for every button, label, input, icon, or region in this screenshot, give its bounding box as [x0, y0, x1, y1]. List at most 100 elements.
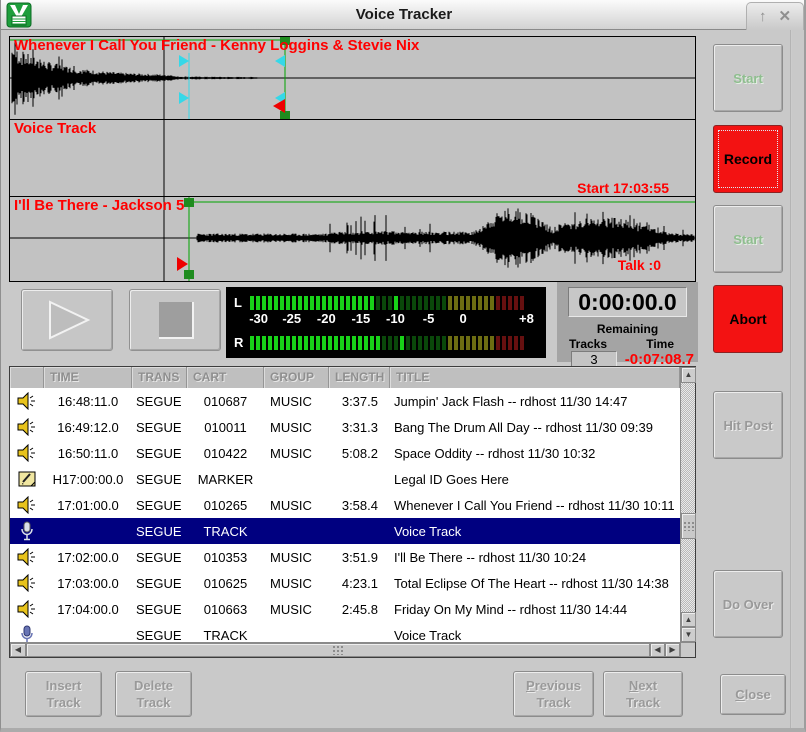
log-cell: Whenever I Call You Friend -- rdhost 11/… — [390, 498, 680, 513]
scroll-up2-icon[interactable]: ▲ — [681, 612, 696, 627]
log-cell: 010625 — [187, 576, 264, 591]
scroll-left2-icon[interactable]: ◀ — [650, 643, 665, 657]
track3-start-handle-bottom-icon[interactable] — [184, 270, 194, 279]
record-button[interactable]: Record — [713, 125, 783, 193]
meter-segment — [400, 296, 404, 310]
meter-segment — [448, 296, 452, 310]
meter-segment — [484, 296, 488, 310]
log-table-header: TIMETRANSCARTGROUPLENGTHTITLE — [10, 367, 680, 388]
log-cell: Jumpin' Jack Flash -- rdhost 11/30 14:47 — [390, 394, 680, 409]
meter-segment — [274, 296, 278, 310]
track3-start-handle-top-icon[interactable] — [184, 198, 194, 207]
speaker-icon — [10, 600, 44, 618]
meter-segment — [316, 336, 320, 350]
remaining-time-label: Time — [646, 337, 674, 351]
next-track-button[interactable]: NextTrack — [603, 671, 683, 717]
meter-segment — [496, 336, 500, 350]
speaker-icon — [10, 574, 44, 592]
track1-fade-handle-top-icon[interactable] — [275, 55, 285, 67]
start-button[interactable]: Start — [713, 205, 783, 273]
column-header-length: LENGTH — [329, 367, 390, 388]
meter-segment — [346, 336, 350, 350]
scroll-left-icon[interactable]: ◀ — [10, 643, 26, 657]
log-row[interactable]: 17:03:00.0SEGUE010625MUSIC4:23.1Total Ec… — [10, 570, 680, 596]
meter-segment — [382, 296, 386, 310]
meter-segment — [328, 296, 332, 310]
log-cell: 010663 — [187, 602, 264, 617]
horizontal-scrollbar[interactable]: ◀ ◀ ▶ — [10, 642, 680, 657]
log-cell: 010011 — [187, 420, 264, 435]
elapsed-time-display: 0:00:00.0 — [568, 287, 687, 317]
track1-segue-handle-top-icon[interactable] — [179, 55, 189, 67]
log-cell: I'll Be There -- rdhost 11/30 10:24 — [390, 550, 680, 565]
meter-segment — [340, 296, 344, 310]
horizontal-scroll-thumb[interactable] — [26, 643, 650, 657]
delete-track-button[interactable]: DeleteTrack — [115, 671, 192, 717]
meter-segment — [430, 336, 434, 350]
close-button[interactable]: Close — [720, 674, 786, 715]
vertical-scrollbar[interactable]: ▲ ▲ ▼ — [680, 367, 695, 657]
log-cell: Space Oddity -- rdhost 11/30 10:32 — [390, 446, 680, 461]
log-cell: MUSIC — [264, 420, 329, 435]
mic-silver-icon — [10, 521, 44, 541]
log-cell: 17:04:00.0 — [44, 602, 132, 617]
column-header-time: TIME — [44, 367, 132, 388]
log-row[interactable]: H17:00:00.0SEGUEMARKERLegal ID Goes Here — [10, 466, 680, 492]
log-row[interactable]: SEGUETRACKVoice Track — [10, 622, 680, 644]
meter-segment — [466, 296, 470, 310]
track3-start-marker-icon[interactable] — [177, 257, 188, 271]
waveform-track-3[interactable]: I'll Be There - Jackson 5 Talk :0 — [10, 197, 695, 282]
meter-segment — [334, 336, 338, 350]
audio-level-meter: L -30-25-20-15-10-50+8 R — [226, 287, 546, 358]
scroll-right-icon[interactable]: ▶ — [665, 643, 680, 657]
do-over-button[interactable]: Do Over — [713, 570, 783, 638]
meter-segment — [508, 336, 512, 350]
meter-segment — [370, 296, 374, 310]
log-cell: Bang The Drum All Day -- rdhost 11/30 09… — [390, 420, 680, 435]
meter-scale-label: +8 — [519, 311, 534, 326]
log-cell: SEGUE — [132, 446, 187, 461]
log-row[interactable]: 16:48:11.0SEGUE010687MUSIC3:37.5Jumpin' … — [10, 388, 680, 414]
log-cell: H17:00:00.0 — [44, 472, 132, 487]
log-row[interactable]: 17:02:00.0SEGUE010353MUSIC3:51.9I'll Be … — [10, 544, 680, 570]
log-row[interactable]: SEGUETRACKVoice Track — [10, 518, 680, 544]
track1-segue-handle-bottom-icon[interactable] — [179, 92, 189, 104]
column-header-cart: CART — [187, 367, 264, 388]
log-row[interactable]: 16:49:12.0SEGUE010011MUSIC3:31.3Bang The… — [10, 414, 680, 440]
shade-icon[interactable]: ↑ — [759, 9, 767, 24]
meter-segment — [478, 296, 482, 310]
log-row[interactable]: 17:04:00.0SEGUE010663MUSIC2:45.8Friday O… — [10, 596, 680, 622]
log-row[interactable]: 17:01:00.0SEGUE010265MUSIC3:58.4Whenever… — [10, 492, 680, 518]
vertical-scroll-thumb[interactable] — [681, 513, 696, 539]
meter-scale-label: -10 — [386, 311, 405, 326]
meter-segment — [406, 296, 410, 310]
hit-post-button[interactable]: Hit Post — [713, 391, 783, 459]
insert-track-button[interactable]: InsertTrack — [25, 671, 102, 717]
scrollbar-corner — [680, 642, 695, 657]
column-header-icon — [10, 367, 44, 388]
log-cell: 5:08.2 — [329, 446, 390, 461]
thumb-grip — [332, 645, 344, 655]
close-icon[interactable]: ✕ — [778, 9, 791, 24]
log-row[interactable]: 16:50:11.0SEGUE010422MUSIC5:08.2Space Od… — [10, 440, 680, 466]
waveform-track-2[interactable]: Voice Track Start 17:03:55 — [10, 120, 695, 197]
meter-segment — [472, 336, 476, 350]
titlebar[interactable]: Voice Tracker ↑ ✕ — [1, 0, 806, 30]
abort-button[interactable]: Abort — [713, 285, 783, 353]
log-cell: 3:58.4 — [329, 498, 390, 513]
start-button[interactable]: Start — [713, 44, 783, 112]
waveform-track-1[interactable]: Whenever I Call You Friend - Kenny Loggi… — [10, 37, 695, 120]
previous-track-button[interactable]: PreviousTrack — [513, 671, 594, 717]
scroll-up-icon[interactable]: ▲ — [681, 367, 696, 383]
log-cell: SEGUE — [132, 420, 187, 435]
column-header-title: TITLE — [390, 367, 680, 388]
scroll-down-icon[interactable]: ▼ — [681, 627, 696, 642]
track1-end-marker-icon[interactable] — [273, 99, 285, 113]
meter-segment — [412, 336, 416, 350]
log-cell: 010422 — [187, 446, 264, 461]
play-button[interactable] — [21, 289, 113, 351]
button-label: Next — [629, 677, 657, 694]
speaker-icon — [10, 548, 44, 566]
meter-segment — [472, 296, 476, 310]
stop-button[interactable] — [129, 289, 221, 351]
